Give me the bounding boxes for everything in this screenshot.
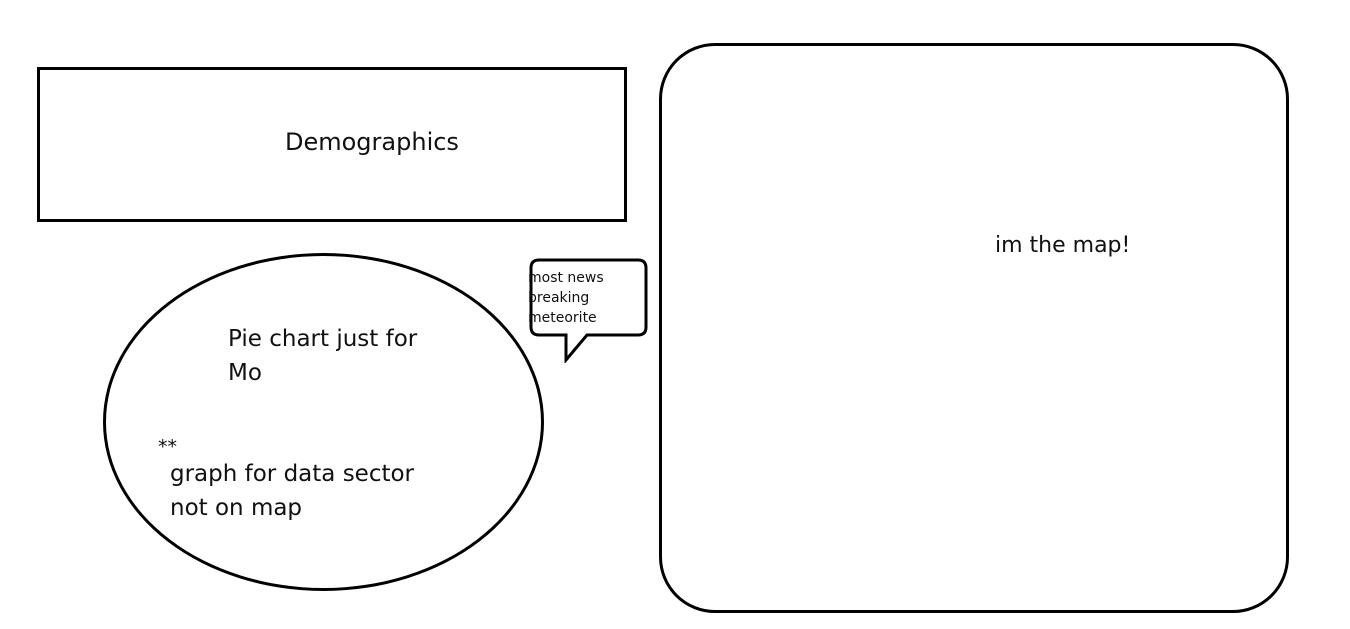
- map-box: im the map!: [659, 43, 1289, 613]
- pie-chart-note: graph for data sector not on map: [170, 461, 415, 521]
- demographics-box: Demographics: [37, 67, 627, 222]
- demographics-label: Demographics: [285, 128, 459, 156]
- speech-bubble-text: most news breaking meteorite: [528, 270, 604, 326]
- map-label: im the map!: [995, 233, 1131, 258]
- pie-chart-ellipse: [103, 253, 544, 591]
- speech-bubble-callout: most news breaking meteorite: [528, 258, 648, 363]
- pie-chart-asterisks: **: [158, 436, 177, 458]
- pie-chart-label: Pie chart just for Mo: [228, 326, 418, 386]
